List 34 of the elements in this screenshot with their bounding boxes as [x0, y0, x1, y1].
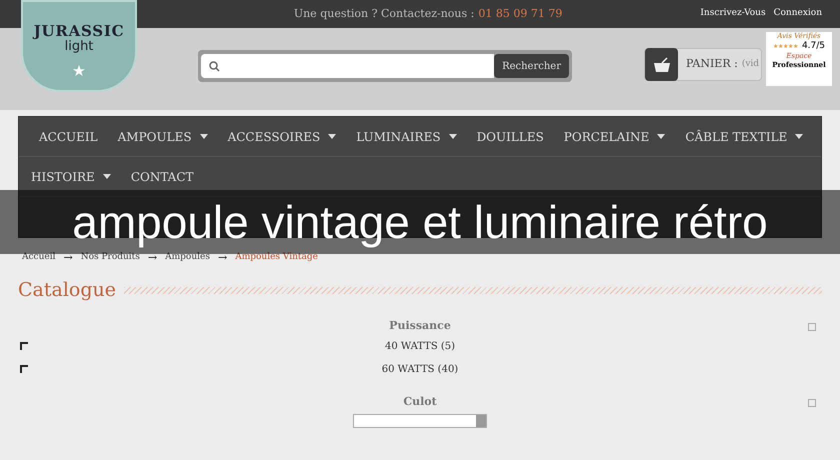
menu-item[interactable]: ACCESSOIRES: [218, 128, 346, 146]
phone-number: 01 85 09 71 79: [478, 6, 562, 22]
menu-item[interactable]: DOUILLES: [466, 128, 554, 146]
breadcrumb-separator: →: [63, 250, 73, 266]
logo-title: JURASSIC: [34, 24, 124, 39]
search-button[interactable]: Rechercher: [494, 54, 569, 78]
menu-item[interactable]: CONTACT: [120, 168, 204, 186]
breadcrumb-separator: →: [148, 250, 158, 266]
cart-status: (vid: [742, 58, 760, 71]
breadcrumb-link[interactable]: Ampoules Vintage: [235, 251, 318, 265]
rating-value: 4.7/5: [802, 40, 826, 52]
cart[interactable]: PANIER : (vid: [644, 48, 762, 81]
menu-item[interactable]: PORCELAINE: [554, 128, 676, 146]
logo[interactable]: JURASSIC light: [21, 0, 137, 92]
cart-label: PANIER :: [686, 56, 738, 72]
account-link[interactable]: Connexion: [774, 7, 822, 21]
filter-option: 60 WATTS (40): [382, 362, 458, 376]
filter-title: Culot: [403, 394, 437, 410]
breadcrumb-link[interactable]: Nos Produits: [80, 251, 140, 265]
menu-item[interactable]: AMPOULES: [108, 128, 218, 146]
menu-item[interactable]: CÂBLE TEXTILE: [675, 128, 814, 146]
caption-text: ampoule vintage et luminaire rétro: [72, 196, 768, 248]
menu-item[interactable]: ACCUEIL: [29, 128, 108, 146]
catalogue-heading: Catalogue: [18, 278, 116, 303]
filter-title: Puissance: [389, 318, 451, 334]
contact-text: Une question ? Contactez-nous :: [294, 6, 474, 22]
logo-subtitle: light: [64, 39, 94, 56]
menu-item[interactable]: LUMINAIRES: [346, 128, 467, 146]
account-link[interactable]: Inscrivez-Vous: [700, 7, 766, 21]
breadcrumb-link[interactable]: Accueil: [22, 251, 56, 265]
filter-option: 40 WATTS (5): [384, 338, 456, 354]
breadcrumb-separator: →: [218, 250, 228, 266]
breadcrumb-link[interactable]: Ampoules: [165, 251, 210, 265]
menu-item[interactable]: HISTOIRE: [21, 168, 121, 186]
